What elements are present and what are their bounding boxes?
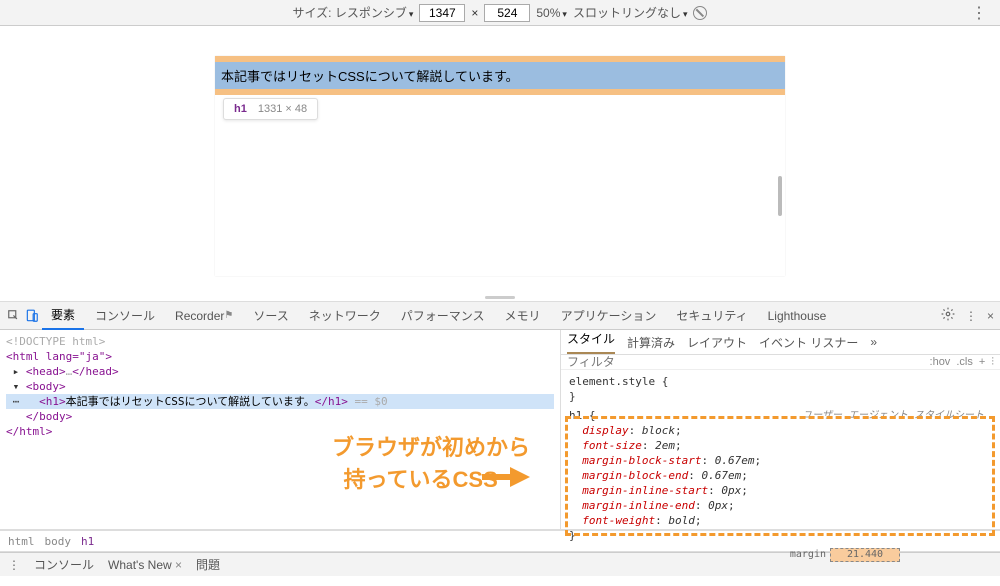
tab-console[interactable]: コンソール [86,302,164,330]
tab-lighthouse[interactable]: Lighthouse [759,302,836,330]
drawer-more-icon[interactable]: ⋮ [8,558,20,572]
arrow-icon [510,467,530,487]
css-rules[interactable]: element.style { } h1 {ユーザー エージェント スタイルシー… [561,370,1000,547]
rule-element-style[interactable]: element.style { [569,375,668,388]
dom-head[interactable]: ▸ <head>…</head> [6,364,554,379]
tab-sources[interactable]: ソース [244,302,297,330]
gear-icon[interactable] [941,307,955,324]
throttling-dropdown[interactable]: スロットリングなし [573,4,688,21]
styles-subtabs: スタイル 計算済み レイアウト イベント リスナー » [561,330,1000,355]
ua-label: ユーザー エージェント スタイルシート [802,408,984,423]
height-input[interactable] [484,4,530,22]
crumb-html[interactable]: html [8,535,35,548]
subtab-styles[interactable]: スタイル [567,330,615,354]
tab-memory[interactable]: メモリ [496,302,550,330]
tab-security[interactable]: セキュリティ [667,302,756,330]
drawer-console-tab[interactable]: コンソール [34,556,94,573]
width-input[interactable] [419,4,465,22]
zoom-dropdown[interactable]: 50% [536,6,567,20]
rule-h1-open[interactable]: h1 { [569,409,596,422]
element-tooltip: h1 1331 × 48 [223,98,318,120]
more-icon[interactable]: ⋮ [965,309,977,323]
drawer-whatsnew-tab[interactable]: What's New [108,558,182,572]
new-rule-button[interactable]: + [979,356,985,369]
device-icon[interactable] [24,308,40,324]
drawer-issues-tab[interactable]: 問題 [196,556,220,573]
dom-body-open[interactable]: ▾ <body> [6,379,554,394]
styles-filter-row: :hov .cls + ⫶ [561,355,1000,370]
styles-more-icon[interactable]: ⫶ [991,356,994,369]
dimension-x: × [471,6,478,20]
dom-h1-line[interactable]: ⋯ <h1>本記事ではリセットCSSについて解説しています。</h1> == $… [6,394,554,409]
dom-html-open[interactable]: <html lang="ja"> [6,350,112,363]
tab-performance[interactable]: パフォーマンス [392,302,494,330]
tab-network[interactable]: ネットワーク [300,302,390,330]
responsive-dropdown[interactable]: サイズ: レスポンシブ [293,4,414,21]
subtab-more[interactable]: » [870,335,877,349]
subtab-listeners[interactable]: イベント リスナー [759,334,858,351]
devtools-tabbar: 要素 コンソール Recorder ⚑ ソース ネットワーク パフォーマンス メ… [0,302,1000,330]
viewport-preview: 本記事ではリセットCSSについて解説しています。 h1 1331 × 48 [0,26,1000,302]
toolbar-more-icon[interactable]: ⋮ [971,3,988,23]
annotation-text: ブラウザが初めから 持っているCSS [280,430,530,494]
tooltip-dimensions: 1331 × 48 [258,103,307,115]
subtab-computed[interactable]: 計算済み [627,334,675,351]
cls-toggle[interactable]: .cls [956,356,973,369]
page-h1: 本記事ではリセットCSSについて解説しています。 [215,56,785,95]
crumb-h1[interactable]: h1 [81,535,94,548]
preview-canvas: 本記事ではリセットCSSについて解説しています。 h1 1331 × 48 [215,56,785,276]
styles-filter-input[interactable] [567,355,930,369]
tab-elements[interactable]: 要素 [42,302,84,330]
device-toolbar: サイズ: レスポンシブ × 50% スロットリングなし ⋮ [0,0,1000,26]
subtab-layout[interactable]: レイアウト [687,334,747,351]
crumb-body[interactable]: body [45,535,72,548]
hov-toggle[interactable]: :hov [930,356,951,369]
dom-body-close[interactable]: </body> [6,409,554,424]
tab-recorder[interactable]: Recorder ⚑ [166,302,242,330]
box-model-hint: margin21.440 [790,548,900,562]
close-icon[interactable]: × [987,309,994,323]
dom-doctype[interactable]: <!DOCTYPE html> [6,334,554,349]
scrollbar[interactable] [778,176,782,216]
rotate-icon[interactable] [693,6,707,20]
inspect-icon[interactable] [6,308,22,324]
styles-panel: スタイル 計算済み レイアウト イベント リスナー » :hov .cls + … [560,330,1000,529]
tab-application[interactable]: アプリケーション [552,302,666,330]
resize-handle[interactable] [485,296,515,299]
tooltip-tag: h1 [234,103,247,115]
